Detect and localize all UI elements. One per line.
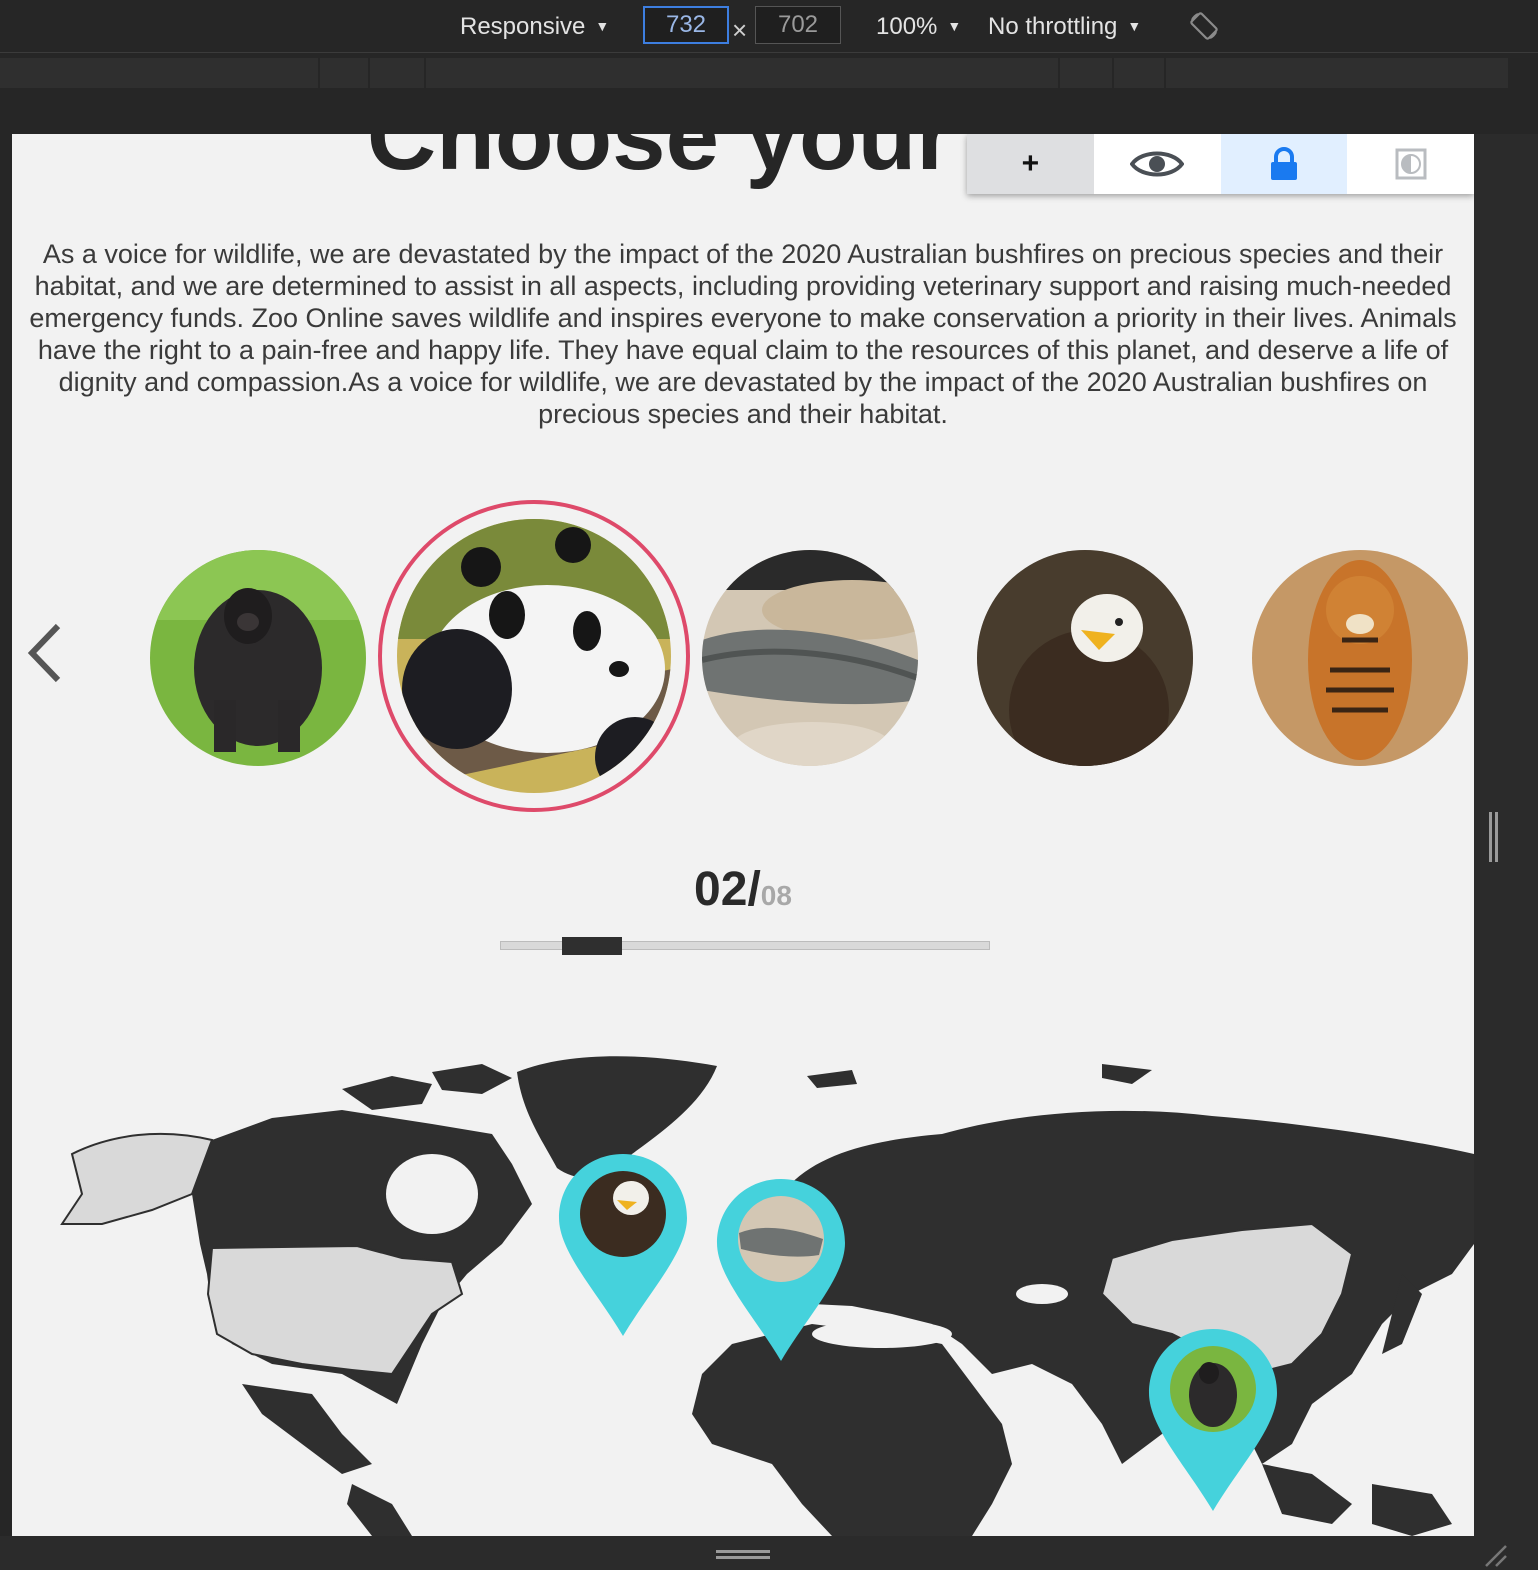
viewport-right-gutter	[1474, 134, 1538, 1536]
contrast-button[interactable]	[1347, 134, 1474, 194]
rotate-icon[interactable]	[1188, 10, 1220, 42]
height-input[interactable]: 702	[755, 6, 841, 44]
carousel-progress-track[interactable]	[500, 937, 990, 955]
map-pin-eagle[interactable]	[557, 1152, 689, 1338]
total-slides: 08	[760, 880, 792, 911]
animal-gorilla[interactable]	[150, 550, 366, 766]
map-pin-gorilla[interactable]	[1147, 1327, 1279, 1513]
chevron-left-icon[interactable]	[26, 622, 62, 684]
lock-button[interactable]	[1220, 134, 1348, 194]
throttling-select[interactable]: No throttling ▼	[988, 0, 1141, 52]
devtools-device-toolbar: Responsive ▼ 732 × 702 100% ▼ No throttlin…	[0, 0, 1538, 53]
preview-button[interactable]	[1093, 134, 1221, 194]
animal-panda[interactable]	[397, 519, 671, 793]
zoom-select[interactable]: 100% ▼	[876, 0, 961, 52]
width-input[interactable]: 732	[643, 6, 729, 44]
animal-alligator[interactable]	[702, 550, 918, 766]
eye-icon	[1130, 151, 1185, 177]
lock-icon	[1270, 147, 1297, 180]
device-select[interactable]: Responsive ▼	[460, 0, 609, 52]
add-button[interactable]: +	[967, 134, 1094, 194]
times-label: ×	[732, 15, 748, 45]
animal-tiger[interactable]	[1252, 550, 1468, 766]
floating-toolbar: +	[967, 134, 1474, 194]
map-pin-alligator[interactable]	[715, 1177, 847, 1363]
add-icon: +	[1021, 147, 1040, 180]
contrast-icon	[1395, 148, 1427, 180]
media-query-ruler	[0, 58, 1508, 88]
device-select-label: Responsive	[460, 13, 586, 40]
current-slide: 02/	[694, 863, 761, 916]
zoom-select-label: 100%	[876, 13, 938, 40]
height-resize-handle[interactable]	[716, 1550, 770, 1560]
animal-eagle[interactable]	[977, 550, 1193, 766]
page-viewport: Choose your fav + As a voice for wildlif…	[12, 134, 1474, 1536]
corner-resize-icon[interactable]	[1480, 1540, 1510, 1570]
intro-paragraph: As a voice for wildlife, we are devastat…	[29, 239, 1457, 429]
caret-down-icon: ▼	[595, 18, 610, 34]
slide-counter: 02/08	[12, 862, 1474, 917]
caret-down-icon: ▼	[1127, 18, 1142, 34]
width-resize-handle[interactable]	[1489, 812, 1499, 862]
throttling-select-label: No throttling	[988, 13, 1118, 40]
carousel-progress-thumb[interactable]	[562, 937, 622, 955]
caret-down-icon: ▼	[947, 18, 962, 34]
